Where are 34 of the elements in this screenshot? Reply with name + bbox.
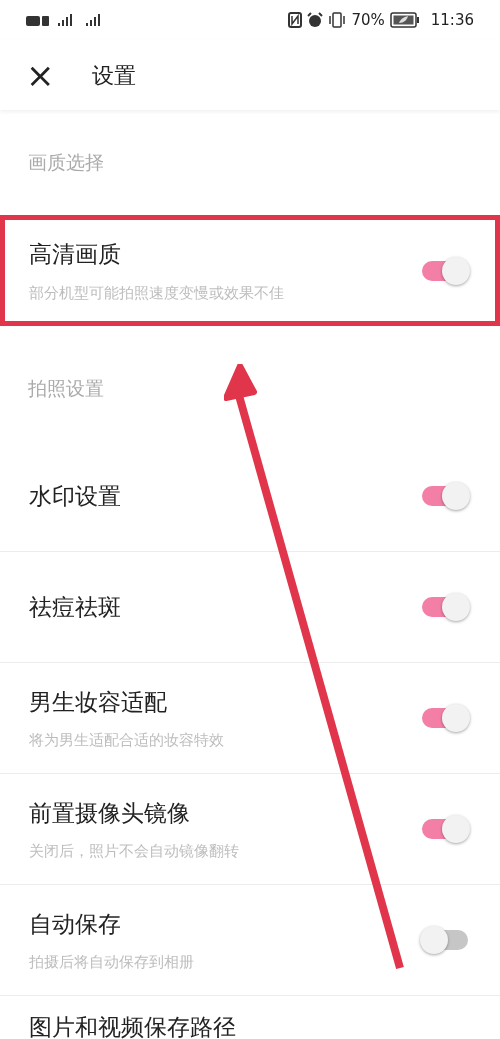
vibrate-icon [328,12,347,28]
clock-time: 11:36 [430,9,474,31]
section-header: 拍照设置 [28,376,104,402]
toggle-switch[interactable] [420,704,470,732]
toggle-switch[interactable] [420,593,470,621]
setting-row[interactable]: 自动保存 拍摄后将自动保存到相册 [0,885,500,996]
page-title: 设置 [92,61,136,90]
setting-description: 拍摄后将自动保存到相册 [29,952,194,973]
toggle-switch[interactable] [420,926,470,954]
battery-percent: 70% [351,9,385,31]
toggle-switch[interactable] [420,482,470,510]
section-header: 画质选择 [28,150,104,176]
setting-row[interactable]: 前置摄像头镜像 关闭后，照片不会自动镜像翻转 [0,774,500,885]
setting-description: 关闭后，照片不会自动镜像翻转 [29,841,239,862]
setting-title: 男生妆容适配 [29,687,168,717]
setting-description: 部分机型可能拍照速度变慢或效果不佳 [29,282,284,304]
setting-title: 前置摄像头镜像 [29,798,191,828]
setting-title: 水印设置 [29,481,121,511]
battery-icon [389,12,420,28]
setting-title: 图片和视频保存路径 [29,1013,236,1039]
setting-row[interactable]: 男生妆容适配 将为男生适配合适的妆容特效 [0,663,500,774]
toggle-switch[interactable] [420,815,470,843]
setting-row[interactable]: 祛痘祛斑 [0,552,500,663]
setting-title: 祛痘祛斑 [29,592,121,622]
setting-title: 自动保存 [29,909,122,939]
alarm-icon [307,12,324,28]
setting-description: 将为男生适配合适的妆容特效 [29,730,224,751]
setting-row[interactable]: 图片和视频保存路径 [0,996,500,1039]
nfc-icon [288,12,303,28]
setting-title: 高清画质 [29,240,122,269]
toggle-switch[interactable] [420,256,470,285]
setting-row[interactable]: 水印设置 [0,441,500,552]
close-button[interactable]: × [26,58,52,92]
setting-row[interactable]: 高清画质 部分机型可能拍照速度变慢或效果不佳 [0,215,500,326]
